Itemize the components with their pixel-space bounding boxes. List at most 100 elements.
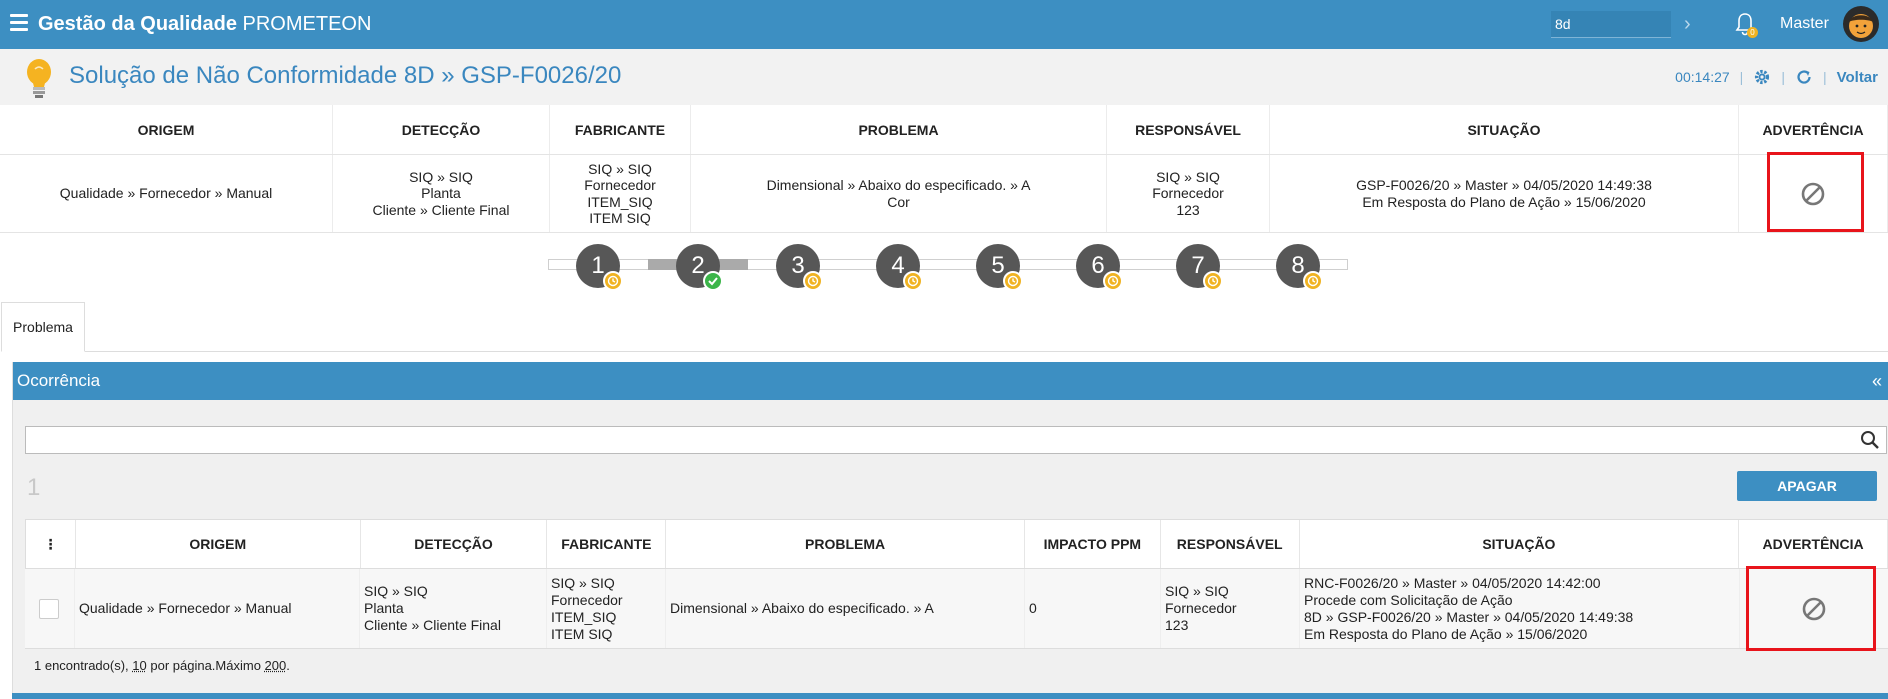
step-label: 8 bbox=[1291, 252, 1305, 279]
grid-header-deteccao[interactable]: DETECÇÃO bbox=[361, 520, 548, 568]
summary-responsavel: SIQ » SIQ Fornecedor 123 bbox=[1107, 155, 1270, 232]
page-title: Solução de Não Conformidade 8D » GSP-F00… bbox=[69, 62, 622, 89]
step-4[interactable]: 4 bbox=[876, 244, 923, 291]
record-count: 1 bbox=[27, 474, 41, 501]
lightbulb-icon bbox=[24, 57, 54, 104]
summary-header-fabricante: FABRICANTE bbox=[550, 105, 691, 154]
chevron-right-icon[interactable]: › bbox=[1684, 13, 1691, 36]
summary-header-origem: ORIGEM bbox=[0, 105, 333, 154]
back-link[interactable]: Voltar bbox=[1837, 69, 1878, 86]
user-name[interactable]: Master bbox=[1780, 15, 1829, 33]
grid-header-impacto[interactable]: IMPACTO PPM bbox=[1025, 520, 1161, 568]
max-label: Máximo bbox=[215, 658, 265, 673]
check-icon bbox=[703, 271, 723, 291]
collapse-button[interactable]: « bbox=[1872, 362, 1882, 400]
divider: | bbox=[1822, 69, 1827, 85]
notification-badge: 0 bbox=[1747, 27, 1758, 38]
footer-end: . bbox=[286, 658, 290, 673]
column-menu-icon[interactable]: ⋮ bbox=[26, 520, 76, 568]
avatar[interactable] bbox=[1843, 6, 1879, 42]
panel-title: Ocorrência bbox=[17, 371, 101, 390]
session-timer: 00:14:27 bbox=[1675, 69, 1730, 85]
max-link[interactable]: 200 bbox=[265, 658, 287, 673]
step-3[interactable]: 3 bbox=[776, 244, 823, 291]
step-6[interactable]: 6 bbox=[1076, 244, 1123, 291]
top-bar: Gestão da Qualidade PROMETEON › 0 Master bbox=[0, 0, 1888, 49]
cell-origem: Qualidade » Fornecedor » Manual bbox=[75, 569, 360, 648]
summary-deteccao: SIQ » SIQ Planta Cliente » Cliente Final bbox=[333, 155, 550, 232]
global-search-input[interactable] bbox=[1551, 11, 1671, 38]
clock-icon bbox=[1003, 271, 1023, 291]
highlight-box bbox=[1746, 566, 1876, 651]
tab-underline bbox=[85, 351, 1888, 352]
clock-icon bbox=[603, 271, 623, 291]
divider: | bbox=[1781, 69, 1785, 85]
summary-row: Qualidade » Fornecedor » Manual SIQ » SI… bbox=[0, 155, 1888, 233]
highlight-box bbox=[1767, 152, 1864, 232]
grid-search-input[interactable] bbox=[25, 426, 1887, 454]
step-7[interactable]: 7 bbox=[1176, 244, 1223, 291]
occurrence-grid: ⋮ ORIGEM DETECÇÃO FABRICANTE PROBLEMA IM… bbox=[25, 519, 1888, 649]
step-label: 7 bbox=[1191, 252, 1205, 279]
step-progress: 1 2 3 4 5 6 7 8 bbox=[548, 244, 1348, 292]
table-row[interactable]: Qualidade » Fornecedor » Manual SIQ » SI… bbox=[25, 569, 1888, 649]
summary-origem: Qualidade » Fornecedor » Manual bbox=[0, 155, 333, 232]
cell-deteccao: SIQ » SIQ Planta Cliente » Cliente Final bbox=[360, 569, 547, 648]
delete-button[interactable]: APAGAR bbox=[1737, 471, 1877, 501]
row-select-cell bbox=[25, 569, 75, 648]
per-page-label: por página. bbox=[146, 658, 216, 673]
cell-problema: Dimensional » Abaixo do especificado. » … bbox=[666, 569, 1025, 648]
step-label: 5 bbox=[991, 252, 1005, 279]
grid-header-responsavel[interactable]: RESPONSÁVEL bbox=[1161, 520, 1300, 568]
grid-header-situacao[interactable]: SITUAÇÃO bbox=[1300, 520, 1740, 568]
step-label: 1 bbox=[591, 252, 605, 279]
summary-header-row: ORIGEM DETECÇÃO FABRICANTE PROBLEMA RESP… bbox=[0, 105, 1888, 155]
grid-header-row: ⋮ ORIGEM DETECÇÃO FABRICANTE PROBLEMA IM… bbox=[25, 519, 1888, 569]
summary-header-advertencia: ADVERTÊNCIA bbox=[1739, 105, 1888, 154]
summary-header-problema: PROBLEMA bbox=[691, 105, 1107, 154]
bell-icon[interactable]: 0 bbox=[1734, 12, 1758, 38]
step-8[interactable]: 8 bbox=[1276, 244, 1323, 291]
menu-icon[interactable] bbox=[10, 14, 28, 34]
clock-icon bbox=[1303, 271, 1323, 291]
step-label: 6 bbox=[1091, 252, 1105, 279]
grid-header-fabricante[interactable]: FABRICANTE bbox=[547, 520, 667, 568]
step-label: 4 bbox=[891, 252, 905, 279]
tab-problema[interactable]: Problema bbox=[1, 302, 85, 352]
summary-header-deteccao: DETECÇÃO bbox=[333, 105, 550, 154]
grid-header-advertencia[interactable]: ADVERTÊNCIA bbox=[1739, 520, 1888, 568]
summary-problema: Dimensional » Abaixo do especificado. » … bbox=[691, 155, 1107, 232]
grid-header-problema[interactable]: PROBLEMA bbox=[666, 520, 1025, 568]
cell-impacto: 0 bbox=[1025, 569, 1161, 648]
step-2[interactable]: 2 bbox=[676, 244, 723, 291]
cell-fabricante: SIQ » SIQ Fornecedor ITEM_SIQ ITEM SIQ bbox=[547, 569, 666, 648]
divider: | bbox=[1739, 69, 1744, 85]
per-page-link[interactable]: 10 bbox=[132, 658, 146, 673]
clock-icon bbox=[1203, 271, 1223, 291]
summary-table: ORIGEM DETECÇÃO FABRICANTE PROBLEMA RESP… bbox=[0, 105, 1888, 233]
summary-situacao: GSP-F0026/20 » Master » 04/05/2020 14:49… bbox=[1270, 155, 1739, 232]
found-count: 1 encontrado(s), bbox=[34, 658, 133, 673]
step-label: 2 bbox=[691, 252, 705, 279]
grid-header-origem[interactable]: ORIGEM bbox=[76, 520, 361, 568]
panel-header: Ocorrência « bbox=[13, 362, 1888, 400]
cell-situacao: RNC-F0026/20 » Master » 04/05/2020 14:42… bbox=[1300, 569, 1740, 648]
clock-icon bbox=[1103, 271, 1123, 291]
step-5[interactable]: 5 bbox=[976, 244, 1023, 291]
summary-header-situacao: SITUAÇÃO bbox=[1270, 105, 1739, 154]
pagination-info: 1 encontrado(s), 10 por página.Máximo 20… bbox=[34, 658, 290, 673]
search-icon[interactable] bbox=[1860, 430, 1880, 455]
refresh-icon[interactable] bbox=[1795, 68, 1813, 86]
gear-icon[interactable] bbox=[1753, 68, 1771, 86]
header-actions: 00:14:27 | | | Voltar bbox=[1675, 68, 1878, 86]
summary-fabricante: SIQ » SIQ Fornecedor ITEM_SIQ ITEM SIQ bbox=[550, 155, 691, 232]
step-1[interactable]: 1 bbox=[576, 244, 623, 291]
clock-icon bbox=[903, 271, 923, 291]
summary-header-responsavel: RESPONSÁVEL bbox=[1107, 105, 1270, 154]
page-header: Solução de Não Conformidade 8D » GSP-F00… bbox=[0, 49, 1888, 105]
cell-responsavel: SIQ » SIQ Fornecedor 123 bbox=[1161, 569, 1300, 648]
next-panel-header bbox=[12, 693, 1888, 699]
app-title: Gestão da Qualidade PROMETEON bbox=[38, 13, 372, 35]
row-checkbox[interactable] bbox=[39, 598, 59, 619]
clock-icon bbox=[803, 271, 823, 291]
